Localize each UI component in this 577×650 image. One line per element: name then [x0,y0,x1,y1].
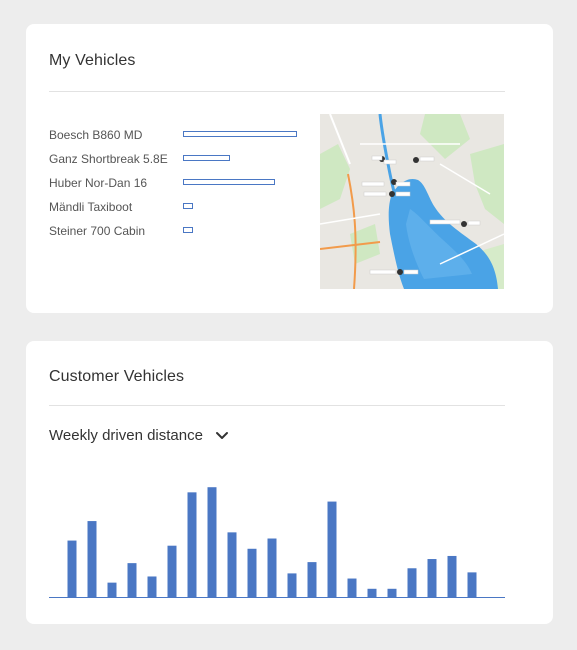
vehicle-row[interactable]: Ganz Shortbreak 5.8E [49,149,309,173]
chart-bar [347,578,357,597]
chart-bar [467,572,477,597]
chart-bar [187,492,197,597]
vehicle-usage-bar [183,227,193,233]
vehicle-usage-bar [183,131,297,137]
vehicle-usage-bar [183,203,193,209]
chart-bar [267,538,277,597]
my-vehicles-divider [49,91,505,92]
chart-bar [87,521,97,597]
vehicle-row[interactable]: Mändli Taxiboot [49,197,309,221]
metric-label: Weekly driven distance [49,427,203,444]
chart-bar [227,532,237,597]
customer-vehicles-card: Customer Vehicles Weekly driven distance [26,341,553,624]
chart-bar [247,548,257,597]
chart-bar [167,545,177,597]
customer-vehicles-divider [49,405,505,406]
chart-bar [127,563,137,597]
chart-bar [407,568,417,597]
map[interactable] [320,114,504,289]
vehicle-name: Boesch B860 MD [49,128,143,142]
my-vehicles-title: My Vehicles [49,52,136,69]
chart-bar [107,582,117,597]
vehicle-row[interactable]: Boesch B860 MD [49,125,309,149]
chart-bar [67,540,77,597]
map-zurich-lake [320,114,504,289]
weekly-distance-chart [49,487,505,598]
chart-bar [147,576,157,597]
chart-bar [307,562,317,597]
chart-bar [327,501,337,597]
chart-bar [387,588,397,597]
vehicle-name: Huber Nor-Dan 16 [49,176,148,190]
chart-bar [367,588,377,597]
vehicle-usage-bar [183,155,230,161]
chart-bar [447,555,457,597]
vehicle-name: Steiner 700 Cabin [49,224,146,238]
chart-bar [207,487,217,597]
vehicle-list: Boesch B860 MD Ganz Shortbreak 5.8E Huber … [49,125,309,245]
vehicle-usage-bar [183,179,275,185]
customer-vehicles-title: Customer Vehicles [49,368,185,385]
chart-bar [427,559,437,597]
chart-bar [287,573,297,597]
metric-dropdown[interactable]: Weekly driven distance [49,427,229,444]
vehicle-row[interactable]: Steiner 700 Cabin [49,221,309,245]
vehicle-row[interactable]: Huber Nor-Dan 16 [49,173,309,197]
vehicle-name: Ganz Shortbreak 5.8E [49,152,168,166]
vehicle-name: Mändli Taxiboot [49,200,133,214]
chevron-down-icon[interactable] [215,429,229,443]
my-vehicles-card: My Vehicles Boesch B860 MD Ganz Shortbrea… [26,24,553,313]
